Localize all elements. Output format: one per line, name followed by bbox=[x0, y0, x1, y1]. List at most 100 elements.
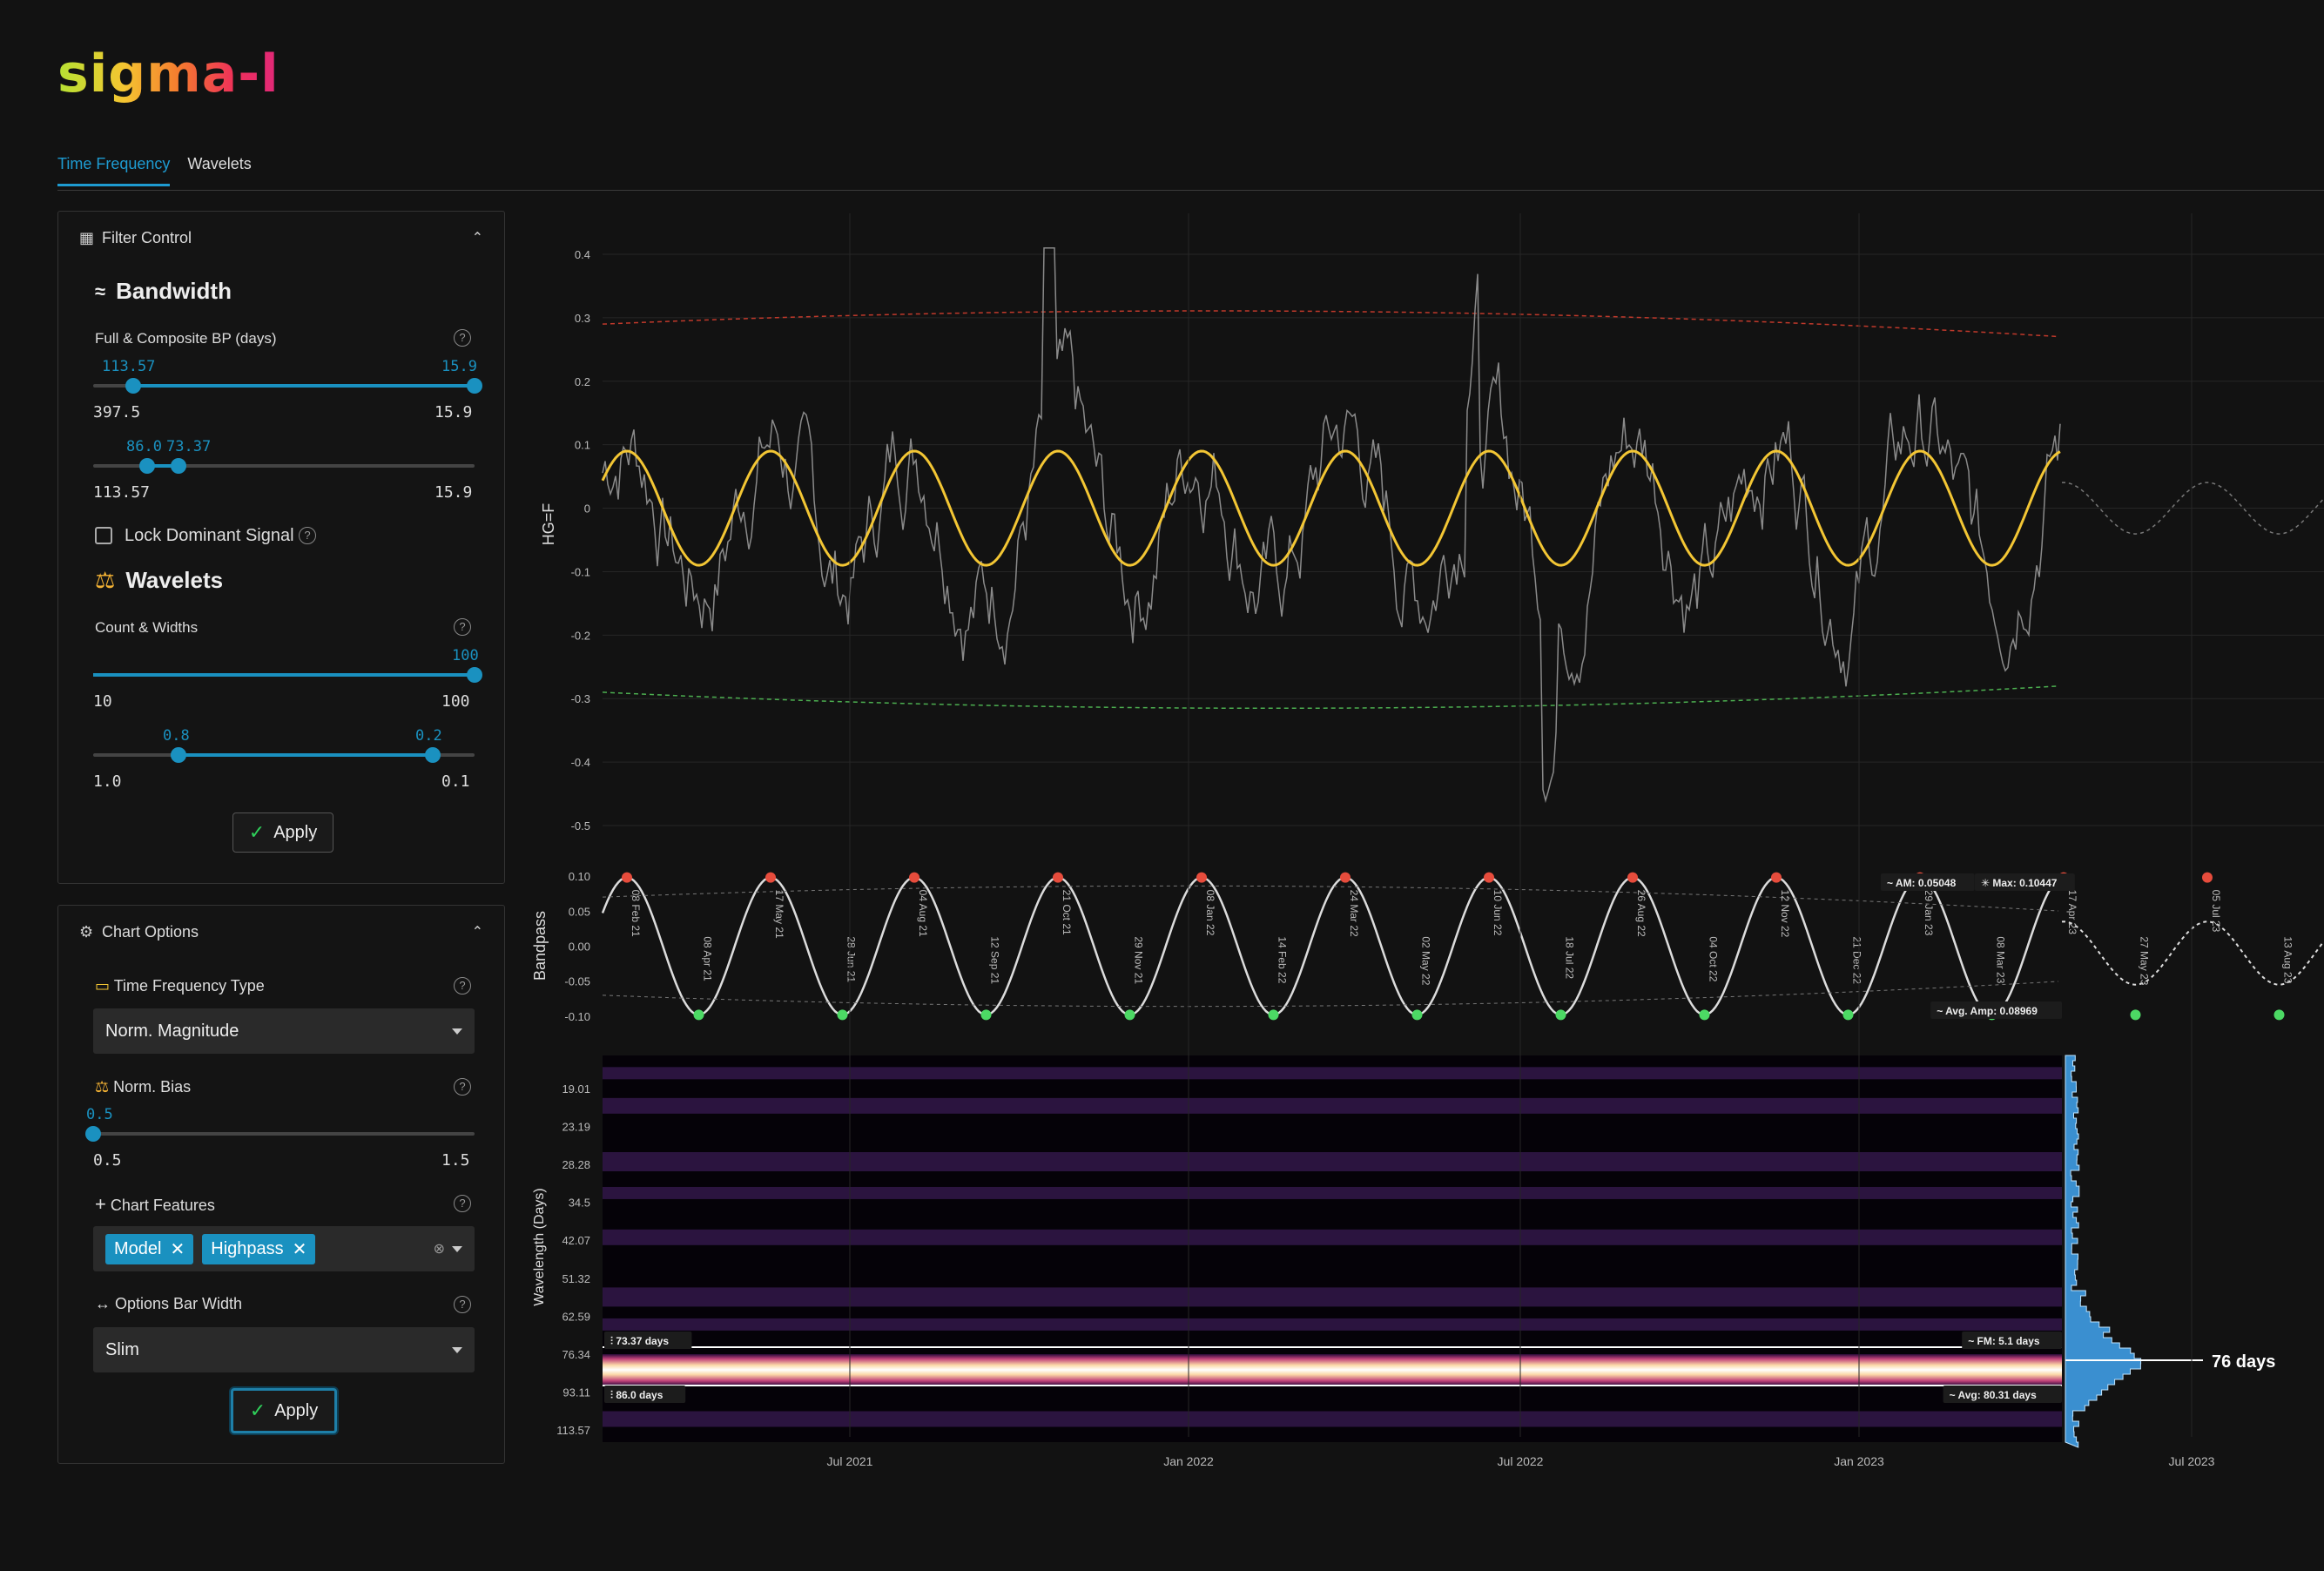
peak-marker bbox=[909, 872, 919, 883]
bp1-hi-value: 15.9 bbox=[441, 358, 477, 375]
feature-chip-model[interactable]: Model ✕ bbox=[105, 1233, 194, 1264]
help-icon[interactable]: ? bbox=[299, 527, 316, 544]
norm-bias-value: 0.5 bbox=[86, 1106, 113, 1123]
lock-dominant-checkbox[interactable] bbox=[95, 527, 112, 544]
y-axis-label: Bandpass bbox=[531, 911, 549, 981]
heatmap-band bbox=[603, 1067, 2062, 1080]
trough-date-label: 02 May 22 bbox=[1420, 936, 1432, 985]
wv2-hi-handle[interactable] bbox=[425, 747, 441, 763]
norm-bias-handle[interactable] bbox=[85, 1126, 101, 1142]
heatmap-band bbox=[603, 1186, 2062, 1199]
chart-options-panel: ⚙ Chart Options ⌃ ▭ Time Frequency Type … bbox=[57, 905, 505, 1464]
y-tick-label: 93.11 bbox=[562, 1386, 590, 1399]
peak-marker bbox=[1771, 872, 1782, 883]
remove-icon[interactable]: ✕ bbox=[170, 1238, 185, 1260]
help-icon[interactable]: ? bbox=[454, 329, 471, 347]
avg-annotation: ~ Avg: 80.31 days bbox=[1950, 1389, 2037, 1401]
peak-marker bbox=[2058, 872, 2069, 883]
clear-icon[interactable]: ⊗ bbox=[434, 1240, 445, 1257]
main-price-chart[interactable]: 0.4 0.3 0.2 0.1 0 -0.1 -0.2 -0.3 -0.4 -0.5 HG=F bbox=[540, 246, 2324, 833]
tab-time-frequency[interactable]: Time Frequency bbox=[57, 155, 171, 186]
heatmap-band bbox=[603, 1318, 2062, 1331]
y-tick-label: -0.05 bbox=[564, 975, 590, 988]
chevron-up-icon[interactable]: ⌃ bbox=[472, 923, 483, 941]
waves-icon: ≈ bbox=[95, 280, 106, 302]
band-bottom-annotation: ⫶ 86.0 days bbox=[610, 1389, 664, 1401]
trough-date-label: 12 Sep 21 bbox=[989, 936, 1001, 984]
norm-bias-slider[interactable] bbox=[85, 1126, 475, 1142]
count-widths-label: Count & Widths bbox=[95, 619, 199, 636]
help-icon[interactable]: ? bbox=[454, 1296, 471, 1313]
y-tick-label: -0.2 bbox=[571, 629, 590, 642]
wv2-lo-handle[interactable] bbox=[171, 747, 186, 763]
heatmap-band bbox=[603, 1411, 2062, 1427]
bp2-slider[interactable] bbox=[93, 458, 475, 474]
remove-icon[interactable]: ✕ bbox=[293, 1238, 307, 1260]
peak-date-label: 12 Nov 22 bbox=[1779, 890, 1791, 938]
bar-width-select[interactable]: Slim bbox=[93, 1327, 475, 1372]
chart-features-multiselect[interactable]: Model ✕ Highpass ✕ ⊗ bbox=[93, 1226, 475, 1271]
filter-control-header[interactable]: ▦ Filter Control ⌃ bbox=[58, 212, 504, 264]
peak-marker bbox=[1627, 872, 1638, 883]
fm-annotation: ~ FM: 5.1 days bbox=[1968, 1335, 2040, 1347]
bp1-lo-value: 113.57 bbox=[102, 358, 156, 375]
peak-date-label: 29 Jan 23 bbox=[1923, 890, 1935, 936]
trough-date-label: 13 Aug 23 bbox=[2282, 936, 2294, 983]
wavelet-width-slider[interactable] bbox=[93, 747, 475, 763]
help-icon[interactable]: ? bbox=[454, 977, 471, 995]
bp1-hi-handle[interactable] bbox=[467, 378, 482, 394]
y-tick-label: 42.07 bbox=[562, 1234, 590, 1247]
help-icon[interactable]: ? bbox=[454, 618, 471, 636]
tf-type-select[interactable]: Norm. Magnitude bbox=[93, 1008, 475, 1054]
trough-marker bbox=[980, 1009, 992, 1021]
heatmap-band bbox=[603, 1097, 2062, 1114]
help-icon[interactable]: ? bbox=[454, 1195, 471, 1212]
bp1-slider[interactable] bbox=[93, 378, 482, 394]
peak-marker bbox=[622, 872, 632, 883]
peak-date-label: 26 Aug 22 bbox=[1635, 890, 1647, 937]
chart-options-apply-button[interactable]: ✓ Apply bbox=[231, 1388, 337, 1433]
wavelength-heatmap[interactable]: 19.01 23.19 28.28 34.5 42.07 51.32 62.59 76.34 9… bbox=[532, 1055, 2275, 1448]
full-composite-label: Full & Composite BP (days) bbox=[95, 330, 277, 347]
bp2-hi-value: 73.37 bbox=[166, 438, 212, 455]
dominant-band bbox=[603, 1354, 2062, 1386]
time-axis: Jul 2021 Jan 2022 Jul 2022 Jan 2023 Jul 2023 bbox=[827, 213, 2215, 1468]
trough-marker bbox=[1986, 1009, 1997, 1021]
grid-icon: ▦ bbox=[79, 229, 95, 246]
bp2-lo-handle[interactable] bbox=[139, 458, 155, 474]
y-tick-label: 19.01 bbox=[562, 1082, 590, 1096]
peak-marker bbox=[1053, 872, 1063, 883]
trough-marker bbox=[1699, 1009, 1710, 1021]
y-tick-label: 113.57 bbox=[556, 1424, 590, 1437]
bandpass-chart[interactable]: 0.10 0.05 0.00 -0.05 -0.10 Bandpass 08 Feb 21 1… bbox=[531, 870, 2324, 1023]
chart-options-header[interactable]: ⚙ Chart Options ⌃ bbox=[58, 906, 504, 958]
peak-marker bbox=[1340, 872, 1351, 883]
tf-type-label: ▭ Time Frequency Type bbox=[95, 977, 265, 995]
trough-marker bbox=[693, 1009, 704, 1021]
band-bottom-annotation-bg bbox=[604, 1386, 686, 1403]
bp2-max: 15.9 bbox=[434, 483, 473, 502]
wv1-handle[interactable] bbox=[467, 667, 482, 683]
trough-marker bbox=[1411, 1009, 1423, 1021]
peak-date-label: 08 Jan 22 bbox=[1204, 890, 1216, 936]
y-tick-label: 0.05 bbox=[569, 905, 590, 918]
bp2-hi-handle[interactable] bbox=[171, 458, 186, 474]
filter-apply-button[interactable]: ✓ Apply bbox=[232, 812, 333, 853]
wv2-min: 1.0 bbox=[93, 772, 122, 791]
trough-date-label: 27 May 23 bbox=[2139, 936, 2151, 985]
y-tick-label: -0.4 bbox=[571, 756, 590, 769]
help-icon[interactable]: ? bbox=[454, 1078, 471, 1096]
chevron-up-icon[interactable]: ⌃ bbox=[472, 229, 483, 246]
caret-down-icon[interactable] bbox=[452, 1245, 462, 1252]
tab-wavelets[interactable]: Wavelets bbox=[187, 155, 251, 186]
y-tick-label: -0.3 bbox=[571, 692, 590, 705]
norm-bias-min: 0.5 bbox=[93, 1151, 122, 1170]
bp1-lo-handle[interactable] bbox=[125, 378, 141, 394]
wavelet-count-slider[interactable] bbox=[93, 667, 482, 683]
tab-bar: Time Frequency Wavelets bbox=[57, 155, 252, 186]
feature-chip-highpass[interactable]: Highpass ✕ bbox=[202, 1233, 316, 1264]
y-tick-label: 76.34 bbox=[562, 1348, 590, 1361]
bp-lower-envelope bbox=[602, 981, 2059, 1008]
y-tick-label: 28.28 bbox=[562, 1158, 590, 1171]
trough-marker bbox=[1268, 1009, 1279, 1021]
